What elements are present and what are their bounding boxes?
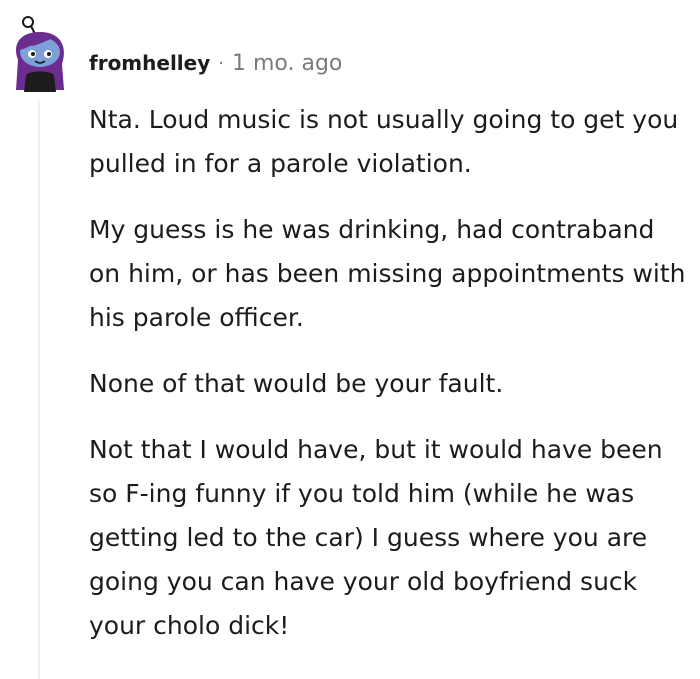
user-avatar[interactable] bbox=[8, 14, 72, 94]
comment-paragraph: Nta. Loud music is not usually going to … bbox=[89, 105, 679, 178]
comment-body: Nta. Loud music is not usually going to … bbox=[89, 98, 689, 648]
username-link[interactable]: fromhelley bbox=[89, 51, 210, 75]
thread-line[interactable] bbox=[38, 100, 40, 679]
comment: fromhelley · 1 mo. ago Nta. Loud music i… bbox=[0, 0, 700, 679]
timestamp-link[interactable]: 1 mo. ago bbox=[232, 51, 342, 76]
comment-paragraph: Not that I would have, but it would have… bbox=[89, 435, 663, 640]
comment-meta: fromhelley · 1 mo. ago bbox=[89, 46, 342, 80]
comment-paragraph: None of that would be your fault. bbox=[89, 369, 504, 398]
meta-separator: · bbox=[218, 52, 224, 74]
reddit-snoo-avatar-icon bbox=[16, 16, 64, 92]
comment-paragraph: My guess is he was drinking, had contrab… bbox=[89, 215, 686, 332]
